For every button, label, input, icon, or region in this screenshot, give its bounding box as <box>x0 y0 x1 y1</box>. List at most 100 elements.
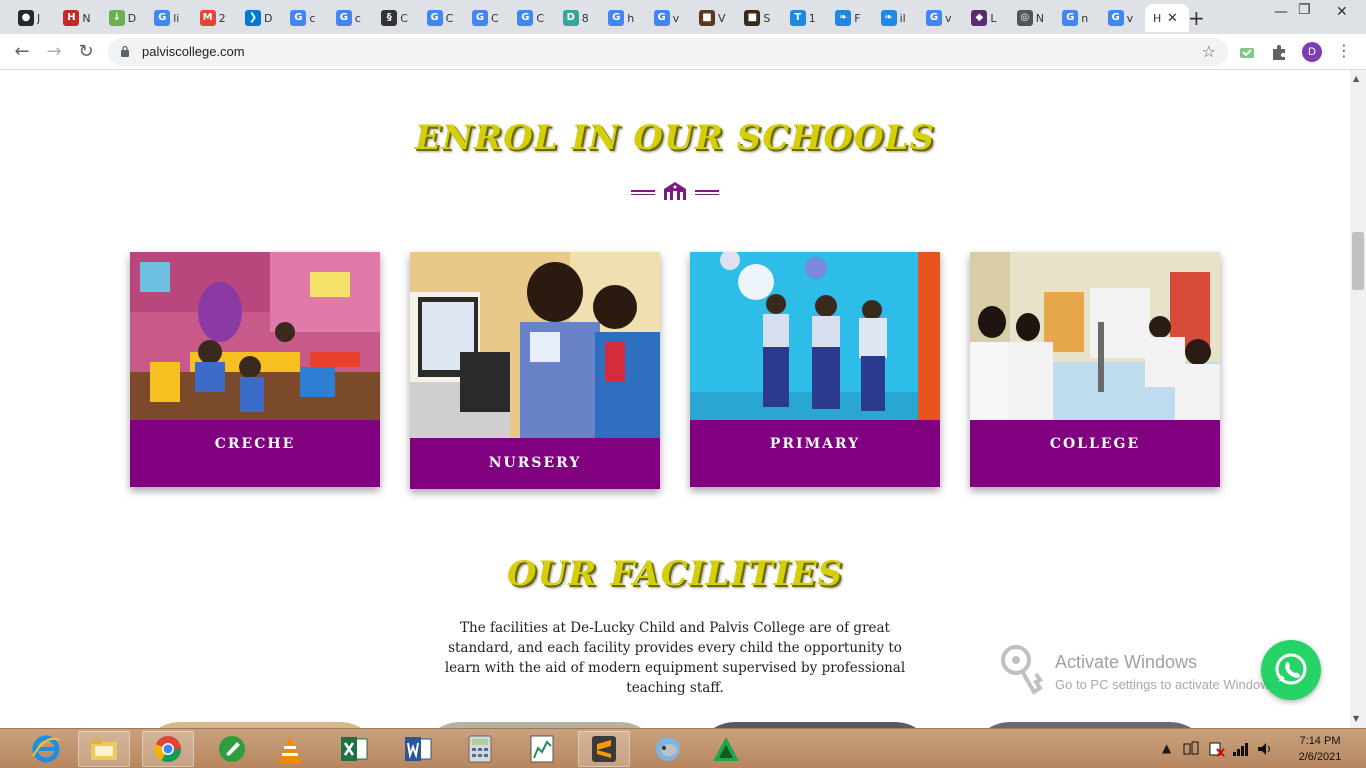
browser-tab[interactable]: ◆ L <box>963 4 1007 32</box>
scroll-down-arrow[interactable]: ▼ <box>1353 714 1359 723</box>
school-icon <box>664 182 686 200</box>
primary-card[interactable]: PRIMARY <box>690 252 940 487</box>
close-tab-icon[interactable]: ✕ <box>1167 11 1178 26</box>
tab-title: 1 <box>808 11 816 25</box>
page-scrollbar[interactable] <box>1350 70 1366 728</box>
tab-title: C <box>491 11 499 25</box>
tab-title: L <box>990 11 997 25</box>
calculator-icon[interactable] <box>454 731 506 767</box>
browser-tab[interactable]: Gc <box>282 4 326 32</box>
browser-menu-icon[interactable]: ⋮ <box>1336 41 1352 60</box>
app-icon[interactable] <box>642 731 694 767</box>
profile-avatar[interactable]: D <box>1302 42 1322 62</box>
browser-tab[interactable]: ❯ D <box>237 4 281 32</box>
tab-title: V <box>718 11 726 25</box>
browser-tab[interactable]: GC <box>464 4 508 32</box>
browser-tab[interactable]: § C <box>373 4 417 32</box>
google-icon: G <box>426 10 443 26</box>
signal-icon[interactable] <box>1232 741 1250 757</box>
browser-tab[interactable]: Gh <box>600 4 644 32</box>
puzzle-icon[interactable] <box>1270 43 1288 61</box>
google-icon: G <box>335 10 352 26</box>
tab-title: S <box>763 11 771 25</box>
browser-tab[interactable]: Gn <box>1054 4 1098 32</box>
browser-tab[interactable]: HN <box>55 4 99 32</box>
nursery-card[interactable]: NURSERY <box>410 252 660 489</box>
google-icon: G <box>290 10 307 26</box>
scroll-up-arrow[interactable]: ▲ <box>1353 74 1359 83</box>
browser-tab[interactable]: ◎ N <box>1009 4 1053 32</box>
image-icon: ■ <box>699 10 715 26</box>
browser-tab[interactable]: D8 <box>555 4 599 32</box>
bird-icon: ❧ <box>835 10 852 26</box>
back-button[interactable]: ← <box>10 41 34 62</box>
college-label: COLLEGE <box>1049 436 1141 452</box>
system-clock[interactable]: 7:14 PM 2/6/2021 <box>1290 733 1350 765</box>
browser-tab[interactable]: ❧ il <box>873 4 917 32</box>
browser-tab[interactable]: M2 <box>192 4 236 32</box>
creche-label: CRECHE <box>214 436 296 452</box>
d-icon: D <box>562 10 579 26</box>
browser-tab[interactable]: Gc <box>328 4 372 32</box>
browser-tab[interactable]: ■ V <box>691 4 735 32</box>
word-icon[interactable] <box>392 731 444 767</box>
restore-button[interactable]: ❐ <box>1298 2 1311 18</box>
forward-button[interactable]: → <box>42 41 66 62</box>
browser-tab[interactable]: ● J <box>10 4 54 32</box>
page-viewport: ENROL IN OUR SCHOOLS CRECHE NURSERY PRIM… <box>0 70 1350 728</box>
facilities-description: The facilities at De-Lucky Child and Pal… <box>444 620 906 696</box>
google-icon: G <box>154 10 171 26</box>
title-divider <box>631 181 721 201</box>
sublime-icon[interactable] <box>578 731 630 767</box>
google-icon: G <box>517 10 534 26</box>
reload-button[interactable]: ↻ <box>74 41 98 62</box>
internet-explorer-icon[interactable] <box>20 731 72 767</box>
network-device-icon[interactable] <box>1182 741 1202 757</box>
college-card[interactable]: COLLEGE <box>970 252 1220 487</box>
whatsapp-button[interactable] <box>1261 640 1321 700</box>
browser-tab[interactable]: ❧ F <box>827 4 871 32</box>
extension-icon[interactable] <box>1238 43 1256 61</box>
google-icon: G <box>653 10 670 26</box>
globe-icon: ◎ <box>1016 10 1033 26</box>
browser-tab[interactable]: Gv <box>918 4 962 32</box>
tab-title: H <box>1153 11 1162 25</box>
vlc-icon[interactable] <box>264 731 316 767</box>
creche-photo <box>130 252 380 420</box>
browser-tab[interactable]: T1 <box>782 4 826 32</box>
browser-tab[interactable]: ■ S <box>736 4 780 32</box>
tab-title: n <box>1081 11 1089 25</box>
chrome-icon[interactable] <box>142 731 194 767</box>
browser-tab[interactable]: Gv <box>646 4 690 32</box>
excel-icon[interactable] <box>328 731 380 767</box>
dna-icon: § <box>381 10 398 26</box>
new-tab-button[interactable]: + <box>1188 6 1205 30</box>
url-text: palviscollege.com <box>142 44 245 59</box>
minimize-button[interactable]: — <box>1274 4 1288 20</box>
bookmark-star-icon[interactable]: ☆ <box>1202 42 1216 61</box>
browser-tab[interactable]: GC <box>419 4 463 32</box>
browser-tab[interactable]: Gli <box>146 4 190 32</box>
graph-icon[interactable] <box>516 731 568 767</box>
tab-title: F <box>854 11 861 25</box>
show-hidden-icons-icon[interactable]: ▲ <box>1162 741 1171 755</box>
windows-taskbar: ▲ 7:14 PM 2/6/2021 <box>0 728 1366 768</box>
flag-icon[interactable] <box>1208 741 1226 757</box>
tab-title: li <box>173 11 180 25</box>
scrollbar-thumb[interactable] <box>1352 232 1364 290</box>
facilities-title: OUR FACILITIES <box>506 554 844 594</box>
file-explorer-icon[interactable] <box>78 731 130 767</box>
browser-tab[interactable]: Gv <box>1100 4 1144 32</box>
browser-tab[interactable]: ↓ D <box>101 4 145 32</box>
browser-tab[interactable]: GC <box>509 4 553 32</box>
browser-tab-active[interactable]: H ✕ <box>1145 4 1189 32</box>
close-window-button[interactable]: ✕ <box>1336 4 1348 20</box>
tab-title: v <box>1126 11 1134 25</box>
tab-title: N <box>82 11 91 25</box>
address-bar[interactable]: palviscollege.com ☆ <box>108 38 1228 66</box>
lock-icon <box>121 45 129 57</box>
volume-icon[interactable] <box>1256 741 1274 757</box>
creche-card[interactable]: CRECHE <box>130 252 380 487</box>
app-icon[interactable] <box>700 731 752 767</box>
app-icon[interactable] <box>206 731 258 767</box>
